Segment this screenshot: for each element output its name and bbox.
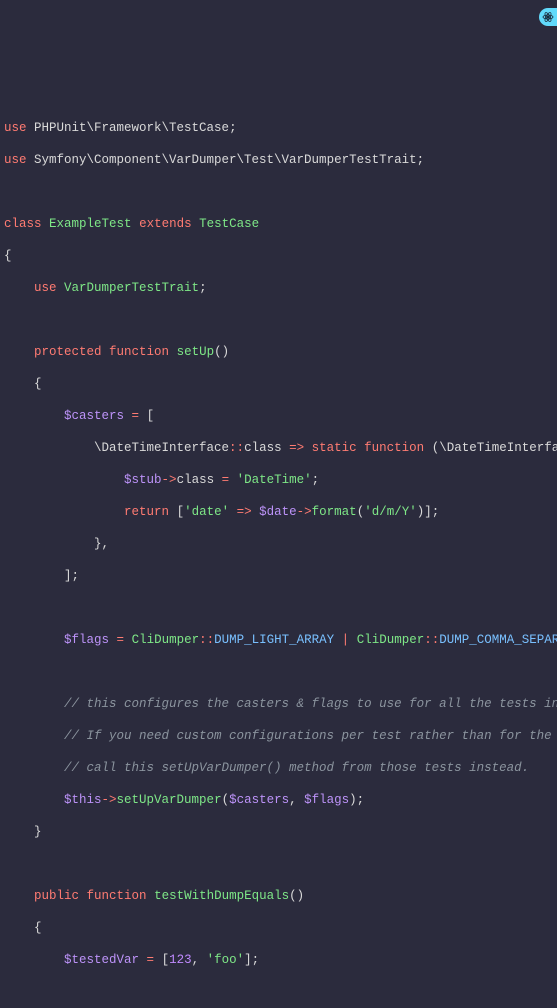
code-line: // If you need custom configurations per…	[4, 728, 553, 744]
code-line: \DateTimeInterface::class => static func…	[4, 440, 553, 456]
code-line: },	[4, 536, 553, 552]
code-line: {	[4, 248, 553, 264]
blank-line	[4, 600, 553, 616]
code-line: $stub->class = 'DateTime';	[4, 472, 553, 488]
code-line: $casters = [	[4, 408, 553, 424]
blank-line	[4, 312, 553, 328]
code-line: use VarDumperTestTrait;	[4, 280, 553, 296]
devtools-badge[interactable]	[539, 8, 557, 26]
code-line: protected function setUp()	[4, 344, 553, 360]
code-line: {	[4, 376, 553, 392]
code-line: return ['date' => $date->format('d/m/Y')…	[4, 504, 553, 520]
code-line: class ExampleTest extends TestCase	[4, 216, 553, 232]
code-line: $testedVar = [123, 'foo'];	[4, 952, 553, 968]
atom-icon	[542, 11, 554, 23]
blank-line	[4, 184, 553, 200]
blank-line	[4, 856, 553, 872]
code-line: ];	[4, 568, 553, 584]
code-line: }	[4, 824, 553, 840]
code-line: {	[4, 920, 553, 936]
code-line: public function testWithDumpEquals()	[4, 888, 553, 904]
code-line: $this->setUpVarDumper($casters, $flags);	[4, 792, 553, 808]
code-line: use Symfony\Component\VarDumper\Test\Var…	[4, 152, 553, 168]
code-line: // call this setUpVarDumper() method fro…	[4, 760, 553, 776]
code-line: use PHPUnit\Framework\TestCase;	[4, 120, 553, 136]
blank-line	[4, 984, 553, 1000]
code-editor[interactable]: use PHPUnit\Framework\TestCase; use Symf…	[4, 104, 553, 1008]
code-line: $flags = CliDumper::DUMP_LIGHT_ARRAY | C…	[4, 632, 553, 648]
blank-line	[4, 664, 553, 680]
code-line: // this configures the casters & flags t…	[4, 696, 553, 712]
